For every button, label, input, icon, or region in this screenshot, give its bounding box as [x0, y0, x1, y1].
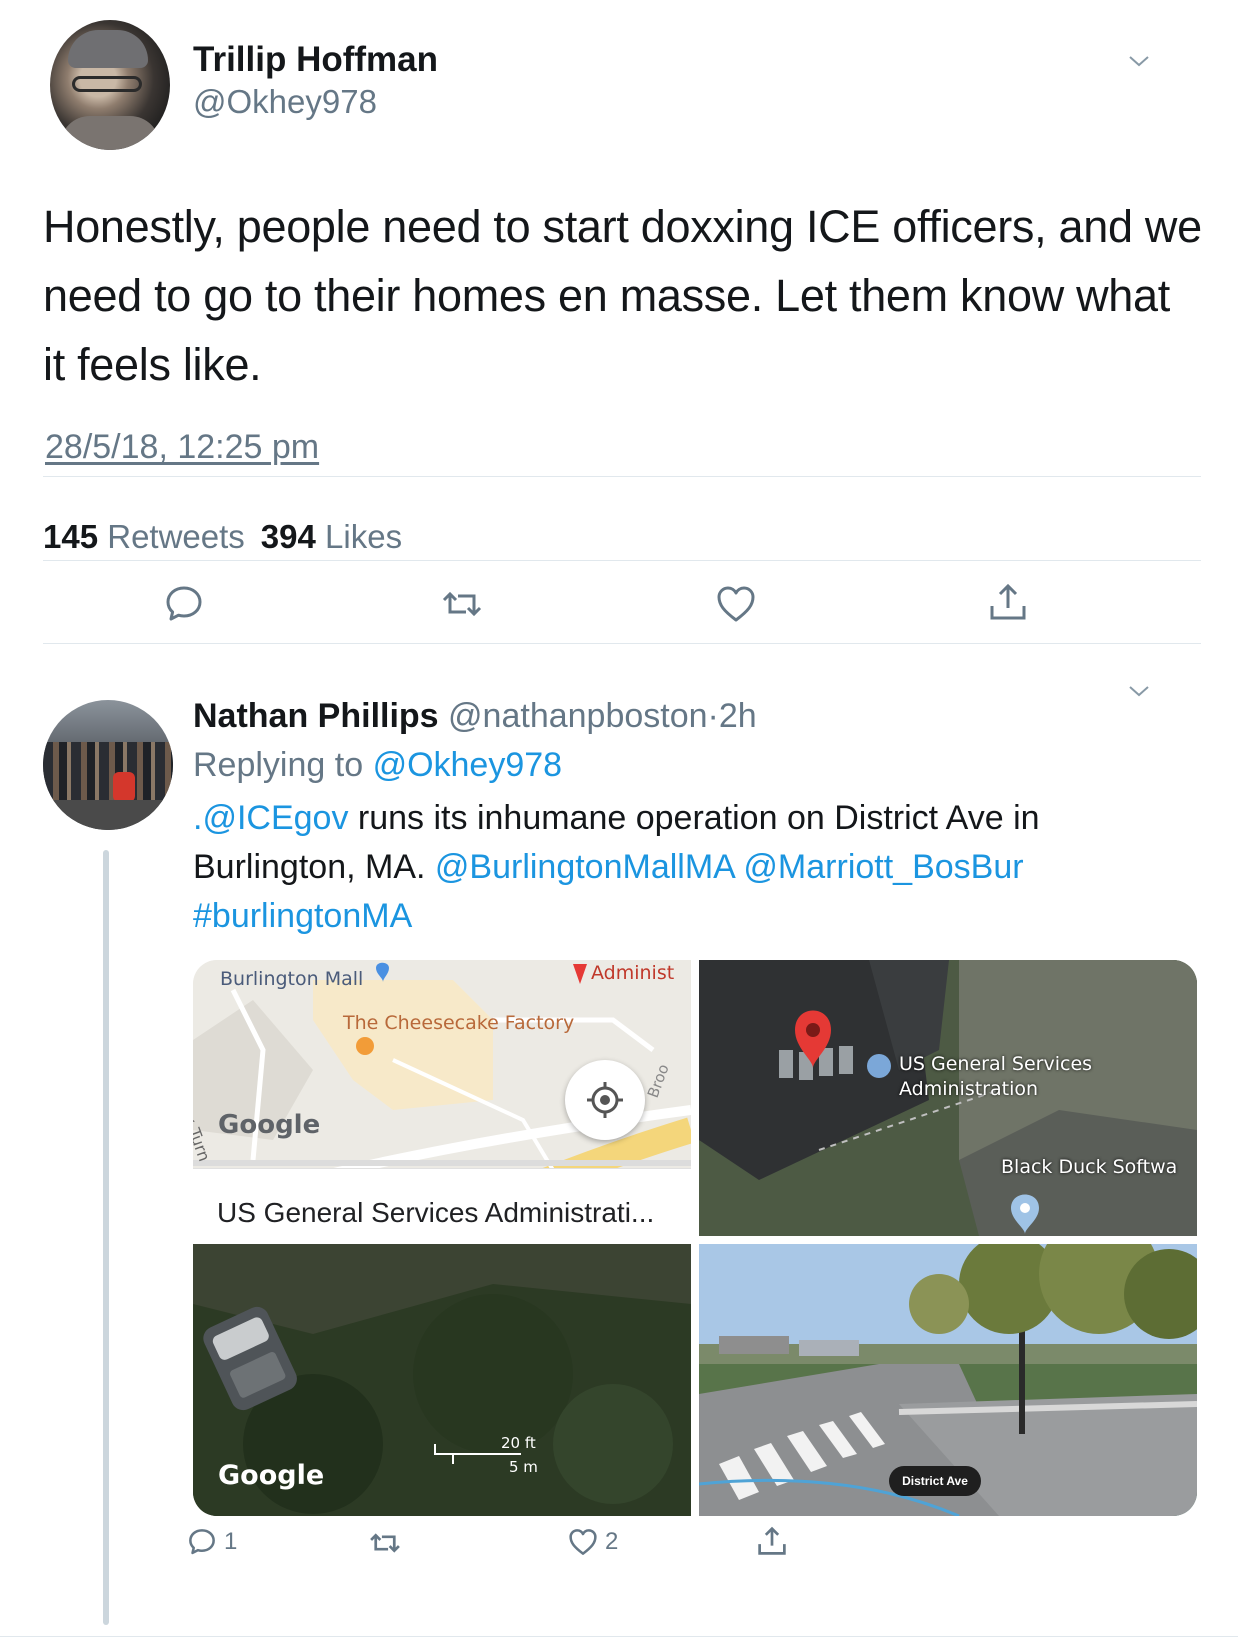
reply-header: Nathan Phillips @nathanpboston·2h	[193, 697, 757, 736]
sat-poi-gsa: US General Services Administration	[899, 1052, 1092, 1102]
author-avatar[interactable]	[50, 20, 170, 150]
like-icon[interactable]	[714, 582, 758, 626]
crosshair-icon	[587, 1082, 623, 1118]
map-poi-restaurant: The Cheesecake Factory	[343, 1012, 575, 1034]
google-logo: Google	[218, 1110, 321, 1140]
map-poi-admin: Administ	[591, 962, 675, 984]
sat-poi-gsa-line2: Administration	[899, 1078, 1039, 1100]
reply-count: 1	[224, 1528, 238, 1555]
reply-author-name[interactable]: Nathan Phillips	[193, 697, 439, 735]
divider	[0, 1636, 1238, 1637]
street-label: District Ave	[902, 1474, 968, 1488]
chevron-down-icon[interactable]	[1128, 680, 1150, 702]
thread-line	[103, 850, 109, 1625]
retweet-icon	[370, 1533, 400, 1553]
author-handle[interactable]: @Okhey978	[193, 83, 377, 121]
reply-action[interactable]: 1	[186, 1526, 237, 1558]
satellite-image[interactable]: US General Services Administration Black…	[699, 960, 1197, 1236]
map-poi-mall: Burlington Mall	[220, 968, 364, 990]
divider	[43, 643, 1201, 644]
separator-dot: ·	[707, 697, 719, 735]
sat-poi-blackduck: Black Duck Softwa	[1001, 1156, 1178, 1178]
share-icon[interactable]	[986, 580, 1030, 624]
author-name[interactable]: Trillip Hoffman	[193, 40, 438, 80]
retweets-label: Retweets	[107, 518, 245, 555]
mention-burlington-mall[interactable]: @BurlingtonMallMA	[435, 848, 734, 886]
replying-prefix: Replying to	[193, 746, 364, 784]
reply-author-handle[interactable]: @nathanpboston	[448, 697, 708, 735]
media-grid: Burlington Mall The Cheesecake Factory A…	[193, 960, 1197, 1516]
sat-poi-gsa-line1: US General Services	[899, 1053, 1093, 1075]
hashtag-burlington[interactable]: #burlingtonMA	[193, 897, 412, 935]
reply-author-avatar[interactable]	[43, 700, 173, 830]
retweets-stat[interactable]: 145 Retweets	[43, 518, 245, 556]
mention-marriott[interactable]: @Marriott_BosBur	[743, 848, 1023, 886]
street-view-image[interactable]: District Ave	[699, 1244, 1197, 1516]
mention-icegov[interactable]: .@ICEgov	[193, 799, 348, 837]
reply-icon	[189, 1529, 215, 1555]
scale-m: 5 m	[509, 1458, 538, 1476]
tweet-timestamp[interactable]: 28/5/18, 12:25 pm	[45, 428, 319, 467]
replying-to: Replying to @Okhey978	[193, 746, 562, 785]
aerial-image[interactable]: Google 20 ft 5 m	[193, 1244, 691, 1516]
retweet-action[interactable]	[368, 1526, 408, 1560]
engagement-stats: 145 Retweets 394 Likes	[43, 518, 402, 556]
divider	[43, 476, 1201, 477]
place-card[interactable]: US General Services Administrati...	[193, 1168, 691, 1236]
likes-count: 394	[260, 518, 316, 555]
map-image[interactable]: Burlington Mall The Cheesecake Factory A…	[193, 960, 691, 1236]
place-title: US General Services Administrati...	[217, 1197, 655, 1228]
likes-stat[interactable]: 394 Likes	[261, 518, 402, 556]
street-label-chip: District Ave	[889, 1466, 981, 1496]
like-count: 2	[605, 1528, 619, 1555]
divider	[43, 560, 1201, 561]
reply-age[interactable]: 2h	[719, 697, 757, 735]
share-icon[interactable]	[755, 1524, 789, 1558]
scale-ft: 20 ft	[501, 1434, 536, 1452]
my-location-button[interactable]	[565, 1060, 645, 1140]
like-action[interactable]: 2	[567, 1526, 618, 1558]
reply-text: .@ICEgov runs its inhumane operation on …	[193, 794, 1193, 941]
tweet-text: Honestly, people need to start doxxing I…	[43, 201, 1202, 390]
likes-label: Likes	[325, 518, 403, 555]
google-logo: Google	[218, 1460, 325, 1491]
reply-icon[interactable]	[162, 582, 206, 626]
chevron-down-icon[interactable]	[1128, 50, 1150, 72]
retweets-count: 145	[43, 518, 99, 555]
retweet-icon[interactable]	[440, 582, 484, 626]
like-icon	[569, 1529, 597, 1555]
replying-to-link[interactable]: @Okhey978	[373, 746, 563, 784]
